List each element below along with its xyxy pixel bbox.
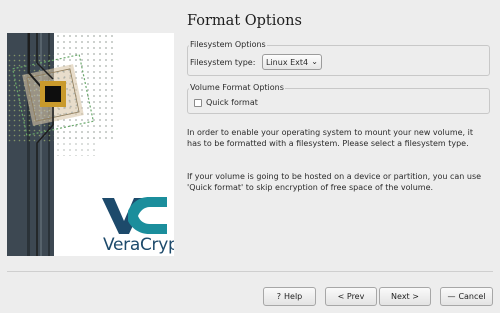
volume-format-options-group: Volume Format Options Quick format	[187, 83, 490, 114]
volume-format-options-legend: Volume Format Options	[189, 83, 285, 93]
prev-button[interactable]: < Prev	[325, 287, 377, 306]
filesystem-options-legend: Filesystem Options	[189, 40, 267, 50]
quick-format-label[interactable]: Quick format	[206, 98, 258, 107]
next-button[interactable]: Next >	[379, 287, 431, 306]
prev-button-label: < Prev	[337, 292, 365, 301]
filesystem-type-value: Linux Ext4	[266, 58, 309, 67]
help-button-label: Help	[284, 292, 303, 301]
footer-divider	[7, 271, 493, 272]
filesystem-type-label: Filesystem type:	[190, 58, 256, 67]
brand-name: VeraCrypt	[103, 235, 174, 255]
chip-illustration	[7, 33, 167, 256]
help-button[interactable]: ? Help	[263, 287, 316, 306]
cancel-icon: —	[447, 291, 456, 301]
filesystem-type-select[interactable]: Linux Ext4 ⌄	[262, 54, 322, 70]
chevron-down-icon: ⌄	[311, 57, 318, 66]
veracrypt-logo	[102, 197, 167, 234]
page-title: Format Options	[187, 13, 302, 29]
quick-format-checkbox[interactable]	[194, 99, 202, 107]
filesystem-options-group: Filesystem Options Filesystem type: Linu…	[187, 40, 490, 76]
info-paragraph-1: In order to enable your operating system…	[187, 128, 473, 148]
next-button-label: Next >	[391, 292, 419, 301]
cancel-button-label: Cancel	[458, 292, 486, 301]
info-paragraph-2: If your volume is going to be hosted on …	[187, 172, 482, 192]
help-icon: ?	[276, 291, 281, 301]
cancel-button[interactable]: — Cancel	[440, 287, 493, 306]
wizard-banner: VeraCrypt	[7, 33, 174, 256]
